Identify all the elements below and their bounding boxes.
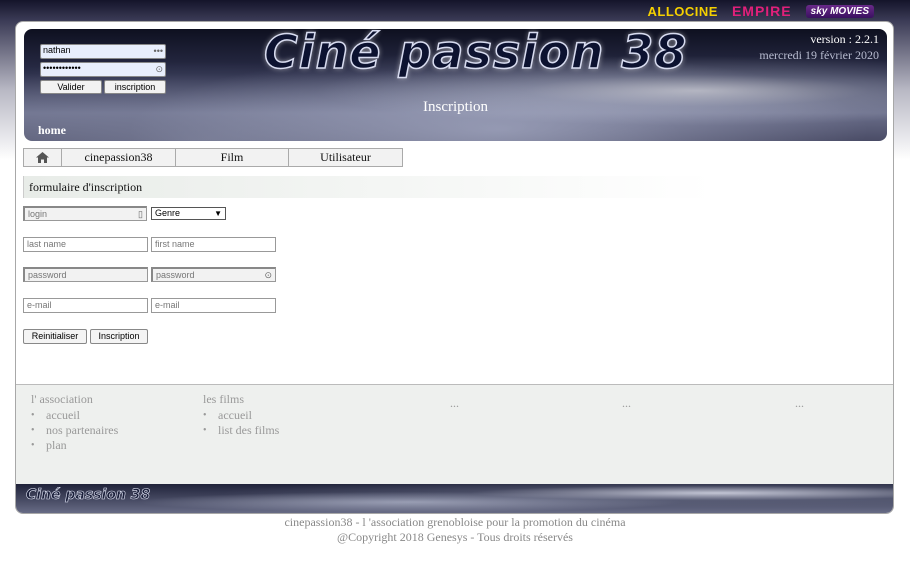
footer-link-films-accueil[interactable]: accueil: [203, 408, 279, 423]
home-icon: [36, 152, 49, 163]
footer-tagline: cinepassion38 - l 'association grenobloi…: [284, 515, 626, 529]
footer-placeholder: ...: [795, 396, 804, 410]
partner-logos: ALLOCINE EMPIRE sky MOVIES: [648, 3, 874, 19]
sky-movies-logo[interactable]: sky MOVIES: [805, 4, 874, 18]
reset-button[interactable]: Reinitialiser: [23, 329, 87, 344]
password-field[interactable]: password: [23, 267, 148, 282]
submit-button[interactable]: Inscription: [90, 329, 148, 344]
username-input[interactable]: nathan •••: [40, 44, 166, 59]
dropdown-arrow-icon: ▼: [214, 209, 222, 218]
site-title: Ciné passion 38: [263, 24, 688, 80]
empire-logo[interactable]: EMPIRE: [732, 3, 792, 19]
register-button[interactable]: inscription: [104, 80, 166, 94]
footer-banner: Ciné passion 38: [16, 484, 893, 513]
key-icon: ⊙: [264, 270, 272, 280]
footer-links: l' association accueil nos partenaires p…: [16, 384, 893, 484]
nav-menu: cinepassion38 Film Utilisateur: [23, 148, 403, 167]
main-frame: nathan ••• •••••••••••• ⊙ Valider inscri…: [15, 21, 894, 514]
footer-logo: Ciné passion 38: [26, 487, 151, 504]
first-name-field[interactable]: first name: [151, 237, 276, 252]
username-value: nathan: [43, 45, 71, 55]
form-heading: formulaire d'inscription: [23, 176, 713, 198]
footer-placeholder: ...: [450, 396, 459, 410]
login-box: nathan ••• •••••••••••• ⊙ Valider inscri…: [40, 44, 166, 94]
allocine-logo[interactable]: ALLOCINE: [648, 4, 718, 19]
footer-films-column: les films accueil list des films: [203, 392, 279, 438]
genre-selected: Genre: [155, 208, 181, 218]
footer-association-heading: l' association: [31, 392, 93, 406]
footer-link-list-films[interactable]: list des films: [203, 423, 279, 438]
validate-button[interactable]: Valider: [40, 80, 102, 94]
footer-copyright: @Copyright 2018 Genesys - Tous droits ré…: [337, 530, 573, 544]
key-icon: ⊙: [155, 64, 163, 74]
footer-placeholder: ...: [622, 396, 631, 410]
password-value: ••••••••••••: [43, 63, 81, 73]
password-confirm-placeholder: password: [156, 270, 195, 280]
footer-link-partenaires[interactable]: nos partenaires: [31, 423, 118, 438]
date-label: mercredi 19 février 2020: [759, 48, 879, 62]
login-field[interactable]: login ▯: [23, 206, 147, 221]
menu-home[interactable]: [24, 149, 62, 166]
email-field[interactable]: e-mail: [23, 298, 148, 313]
footer-link-plan[interactable]: plan: [31, 438, 118, 453]
footer-association-column: l' association accueil nos partenaires p…: [31, 392, 118, 453]
header-banner: nathan ••• •••••••••••• ⊙ Valider inscri…: [24, 24, 887, 141]
email-confirm-field[interactable]: e-mail: [151, 298, 276, 313]
home-link[interactable]: home: [38, 123, 66, 138]
password-input[interactable]: •••••••••••• ⊙: [40, 62, 166, 77]
id-card-icon: ▯: [138, 209, 143, 219]
login-placeholder: login: [28, 209, 48, 219]
page-heading: Inscription: [423, 99, 488, 115]
menu-utilisateur[interactable]: Utilisateur: [289, 149, 402, 166]
footer-link-accueil[interactable]: accueil: [31, 408, 118, 423]
menu-cinepassion38[interactable]: cinepassion38: [62, 149, 176, 166]
version-label: version : 2.2.1: [810, 32, 879, 46]
genre-select[interactable]: Genre ▼: [151, 207, 226, 220]
password-confirm-field[interactable]: password ⊙: [151, 267, 276, 282]
footer-films-heading: les films: [203, 392, 244, 406]
ellipsis-icon: •••: [153, 46, 163, 56]
menu-film[interactable]: Film: [176, 149, 289, 166]
last-name-field[interactable]: last name: [23, 237, 148, 252]
